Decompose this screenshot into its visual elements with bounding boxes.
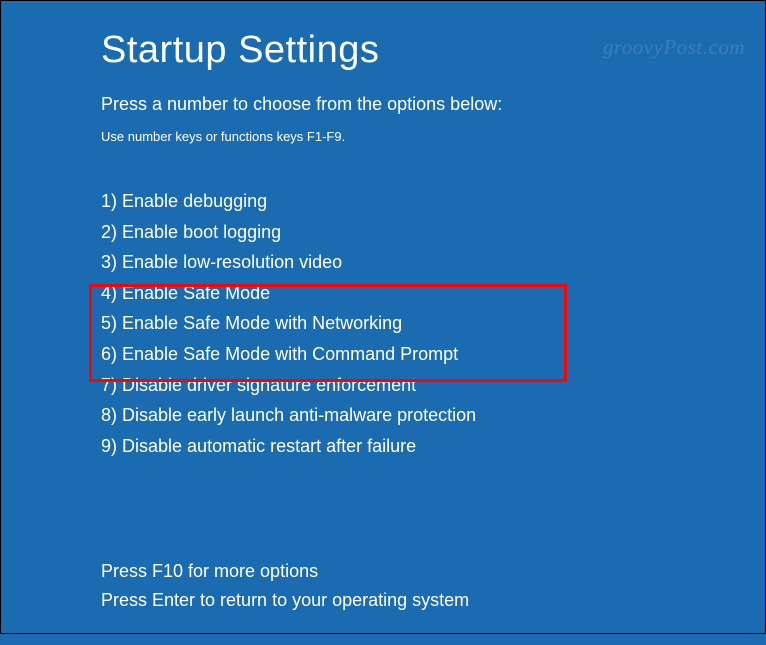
option-item[interactable]: 9) Disable automatic restart after failu… <box>101 431 665 462</box>
watermark-text: groovyPost.com <box>603 35 745 60</box>
option-item[interactable]: 4) Enable Safe Mode <box>101 278 665 309</box>
option-item[interactable]: 7) Disable driver signature enforcement <box>101 370 665 401</box>
option-item[interactable]: 1) Enable debugging <box>101 186 665 217</box>
instruction-subtitle: Press a number to choose from the option… <box>101 94 665 115</box>
option-item[interactable]: 3) Enable low-resolution video <box>101 247 665 278</box>
options-list: 1) Enable debugging 2) Enable boot loggi… <box>101 186 665 461</box>
option-item[interactable]: 2) Enable boot logging <box>101 217 665 248</box>
footer-return: Press Enter to return to your operating … <box>101 586 665 615</box>
instruction-hint: Use number keys or functions keys F1-F9. <box>101 129 665 144</box>
page-title: Startup Settings <box>101 29 665 72</box>
startup-settings-screen: Startup Settings Press a number to choos… <box>1 1 765 645</box>
option-item[interactable]: 6) Enable Safe Mode with Command Prompt <box>101 339 665 370</box>
option-item[interactable]: 5) Enable Safe Mode with Networking <box>101 308 665 339</box>
footer-more-options: Press F10 for more options <box>101 557 665 586</box>
option-item[interactable]: 8) Disable early launch anti-malware pro… <box>101 400 665 431</box>
